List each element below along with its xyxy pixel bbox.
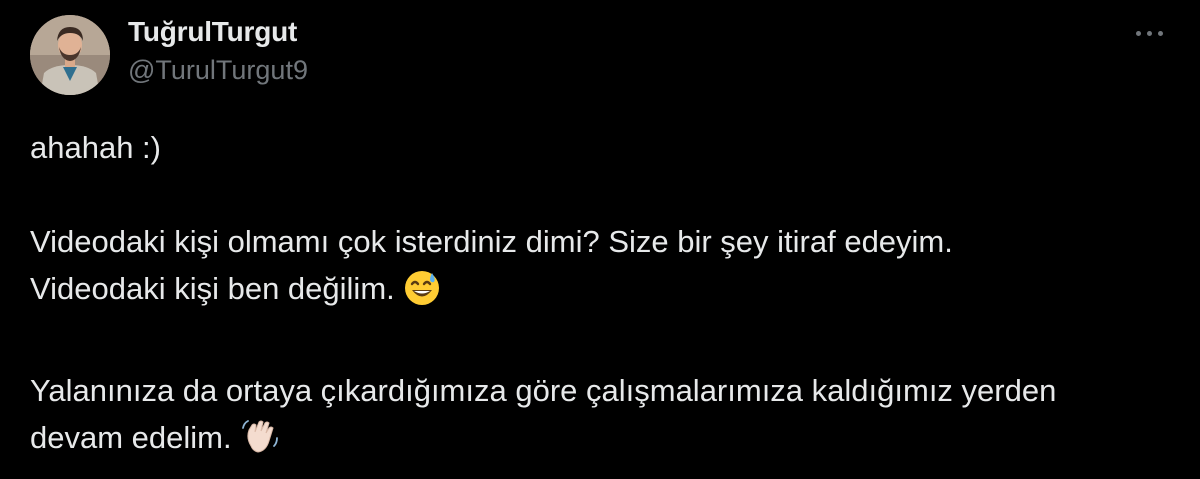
author-handle[interactable]: @TurulTurgut9 (128, 55, 308, 86)
tweet-text: ahahah :) Videodaki kişi olmamı çok iste… (30, 124, 1180, 469)
more-options-button[interactable] (1124, 18, 1174, 48)
ellipsis-icon (1135, 30, 1141, 36)
avatar[interactable] (30, 15, 110, 95)
tweet-card: TuğrulTurgut @TurulTurgut9 ahahah :) Vid… (0, 0, 1200, 479)
tweet-line: ahahah :) (30, 130, 161, 165)
avatar-photo (30, 15, 110, 95)
waving-hand-icon (240, 416, 280, 469)
tweet-line: Videodaki kişi ben değilim. (30, 265, 1180, 320)
tweet-line: Yalanınıza da ortaya çıkardığımıza göre … (30, 373, 1057, 408)
grinning-face-with-sweat-icon (403, 269, 441, 320)
tweet-line: Videodaki kişi olmamı çok isterdiniz dim… (30, 224, 953, 259)
tweet-line: devam edelim. (30, 414, 1180, 469)
tweet-line-text: Videodaki kişi ben değilim. (30, 271, 395, 306)
author-display-name[interactable]: TuğrulTurgut (128, 16, 297, 48)
ellipsis-icon-dot (1146, 30, 1152, 36)
tweet-line-text: devam edelim. (30, 420, 232, 455)
ellipsis-icon-dot (1157, 30, 1163, 36)
